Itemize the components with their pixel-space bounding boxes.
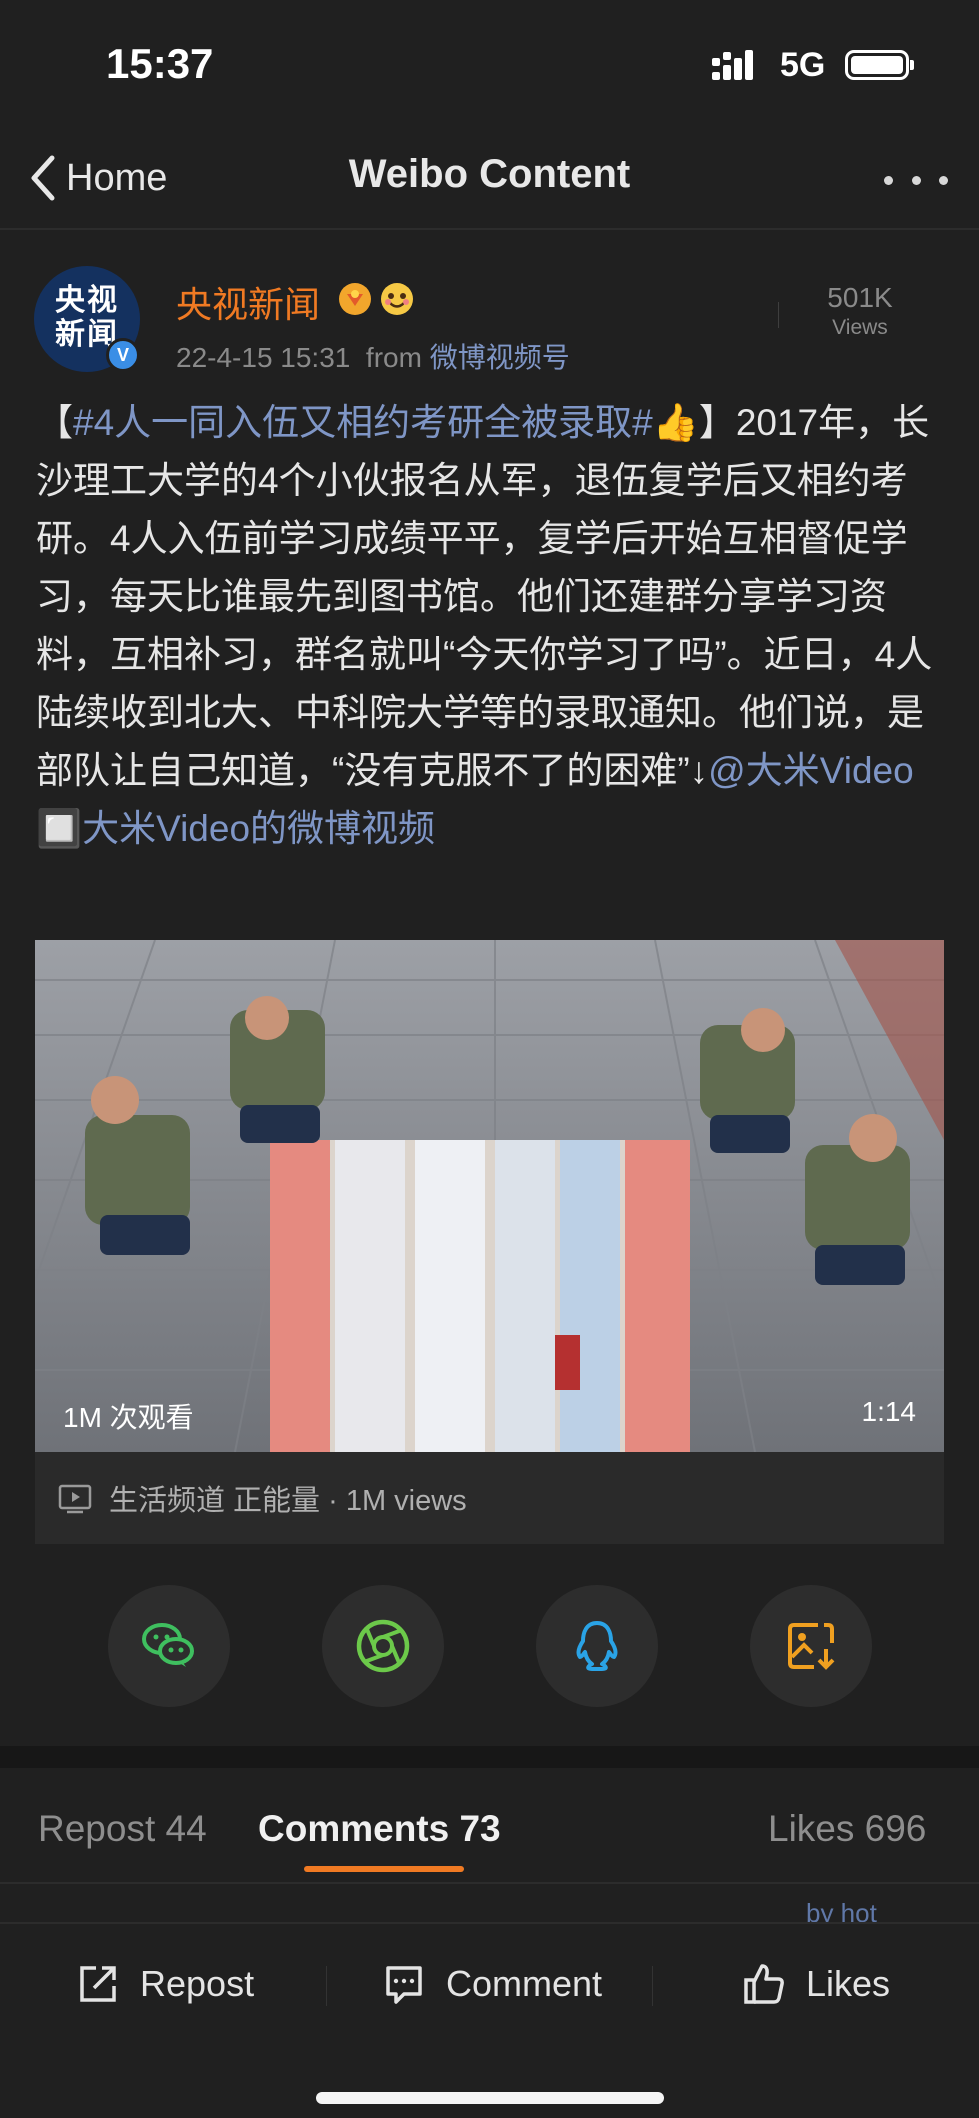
video-views-overlay: 1M 次观看	[63, 1402, 194, 1433]
from-label: from	[365, 342, 422, 373]
back-button[interactable]: Home	[28, 148, 167, 208]
hashtag-link[interactable]: #4人一同入伍又相约考研全被录取#	[73, 402, 653, 443]
video-frame-image	[35, 940, 944, 1452]
comment-tabs: Repost 44 Comments 73 Likes 696	[0, 1768, 979, 1884]
status-time: 15:37	[106, 40, 214, 87]
emoji-icon	[381, 283, 413, 315]
likes-label: Likes	[806, 1963, 891, 2004]
tab-likes[interactable]: Likes 696	[768, 1808, 926, 1850]
status-bar: 15:37 5G	[0, 0, 979, 130]
mention-link[interactable]: @大米Video	[708, 750, 914, 791]
tab-comments[interactable]: Comments 73	[258, 1808, 501, 1850]
battery-icon	[845, 50, 909, 80]
repost-button[interactable]: Repost	[76, 1954, 254, 2014]
medal-icon	[339, 283, 371, 315]
nav-bar: Weibo Content Home	[0, 130, 979, 230]
repost-icon	[80, 1966, 116, 2002]
views-label: Views	[832, 316, 888, 339]
thumbs-up-emoji: 👍	[652, 402, 699, 443]
network-type: 5G	[780, 46, 826, 84]
share-row	[0, 1585, 979, 1709]
repost-label: Repost	[140, 1963, 255, 2004]
video-channel-label: 生活频道 正能量 · 1M views	[109, 1485, 467, 1517]
comment-button[interactable]: Comment	[382, 1954, 602, 2014]
share-wechat-button[interactable]	[108, 1585, 230, 1707]
author-name[interactable]: 央视新闻	[176, 276, 320, 328]
likes-button[interactable]: Likes	[742, 1954, 890, 2014]
post-header: 央视 新闻 V 央视新闻 22-4-15 15:31 from 微博视频号 501…	[0, 262, 979, 382]
post-timestamp: 22-4-15 15:31	[176, 342, 351, 373]
more-icon[interactable]	[884, 164, 948, 196]
save-image-button[interactable]	[750, 1585, 872, 1707]
comment-label: Comment	[446, 1963, 603, 2004]
video-channel-icon	[58, 1484, 92, 1514]
views-count: 501K	[827, 282, 893, 313]
verified-icon: V	[106, 338, 140, 372]
bracket-close: 】	[698, 402, 736, 443]
tab-repost[interactable]: Repost 44	[38, 1808, 207, 1850]
wechat-icon	[142, 1623, 194, 1667]
video-channel-row[interactable]: 生活频道 正能量 · 1M views	[35, 1452, 944, 1544]
post-body: 【#4人一同入伍又相约考研全被录取#👍】2017年，长沙理工大学的4个小伙报名从…	[36, 394, 951, 858]
share-moments-button[interactable]	[322, 1585, 444, 1707]
active-tab-indicator	[304, 1866, 464, 1872]
qq-icon	[576, 1621, 618, 1671]
home-indicator[interactable]	[316, 2092, 664, 2104]
moments-icon	[356, 1619, 410, 1673]
signal-icon	[712, 50, 753, 80]
video-thumbnail[interactable]: 1M 次观看 1:14	[35, 940, 944, 1452]
thumbs-up-icon	[744, 1964, 784, 2004]
video-link[interactable]: 🔲大米Video的微博视频	[36, 808, 435, 849]
share-qq-button[interactable]	[536, 1585, 658, 1707]
save-image-icon	[788, 1623, 835, 1670]
back-label: Home	[66, 156, 168, 199]
bottom-action-bar: Repost Comment Likes	[0, 1922, 979, 2118]
back-chevron-icon	[31, 155, 55, 201]
post-meta: 22-4-15 15:31 from 微博视频号	[176, 336, 570, 376]
video-duration: 1:14	[861, 1396, 917, 1427]
post-source[interactable]: 微博视频号	[430, 342, 570, 373]
post-text: 2017年，长沙理工大学的4个小伙报名从军，退伍复学后又相约考研。4人入伍前学习…	[36, 402, 933, 791]
comment-icon	[386, 1966, 422, 2004]
bracket-open: 【	[36, 402, 73, 443]
